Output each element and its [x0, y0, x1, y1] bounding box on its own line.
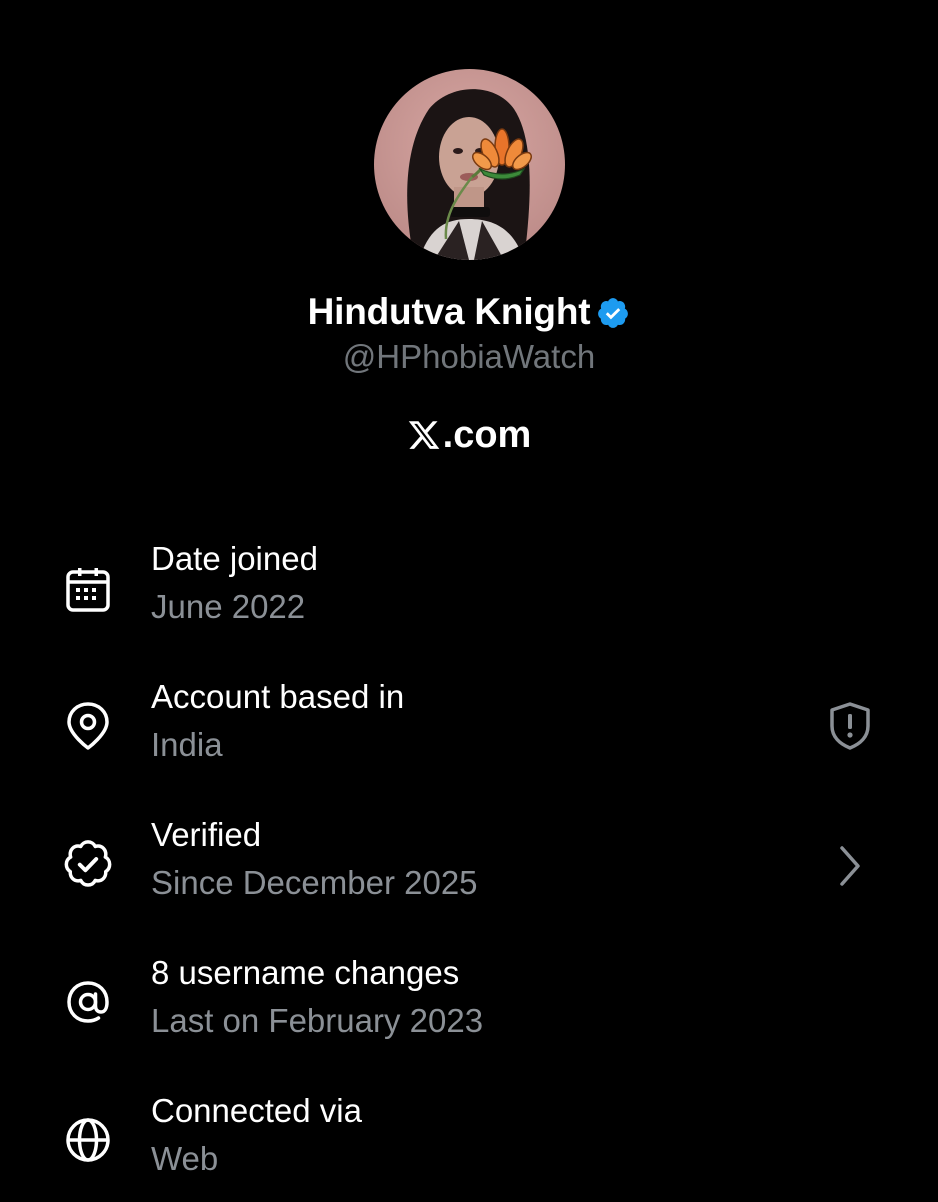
globe-icon	[62, 1114, 114, 1166]
about-row-account-based-in: Account based in India	[0, 678, 938, 788]
row-subtitle: Since December 2025	[151, 864, 478, 901]
about-row-verified[interactable]: Verified Since December 2025	[0, 816, 938, 926]
row-subtitle: Web	[151, 1140, 219, 1177]
verified-badge-outline-icon	[62, 838, 114, 890]
shield-alert-icon[interactable]	[822, 698, 878, 754]
avatar-photo-icon	[374, 69, 565, 260]
name-row: Hindutva Knight	[0, 286, 938, 338]
row-title: Verified	[151, 816, 262, 853]
verified-badge-icon[interactable]	[596, 296, 630, 330]
about-row-date-joined: Date joined June 2022	[0, 540, 938, 650]
calendar-icon	[62, 564, 114, 616]
display-name: Hindutva Knight	[307, 291, 591, 332]
row-title: 8 username changes	[151, 954, 460, 991]
location-pin-icon	[62, 700, 114, 752]
row-subtitle: June 2022	[151, 588, 306, 625]
handle: @HPhobiaWatch	[342, 338, 596, 375]
site-text: .com	[442, 413, 532, 456]
row-title: Connected via	[151, 1092, 362, 1129]
row-subtitle: India	[151, 726, 223, 763]
row-title: Account based in	[151, 678, 405, 715]
at-sign-icon	[62, 976, 114, 1028]
chevron-right-icon[interactable]	[822, 838, 878, 894]
site-link[interactable]: .com	[0, 410, 938, 460]
row-subtitle: Last on February 2023	[151, 1002, 484, 1039]
profile-header: Hindutva Knight @HPhobiaWatch .com	[0, 0, 938, 480]
row-title: Date joined	[151, 540, 318, 577]
about-row-username-changes: 8 username changes Last on February 2023	[0, 954, 938, 1064]
about-row-connected-via: Connected via Web	[0, 1092, 938, 1202]
x-logo-icon	[407, 418, 441, 452]
avatar[interactable]	[374, 69, 565, 260]
